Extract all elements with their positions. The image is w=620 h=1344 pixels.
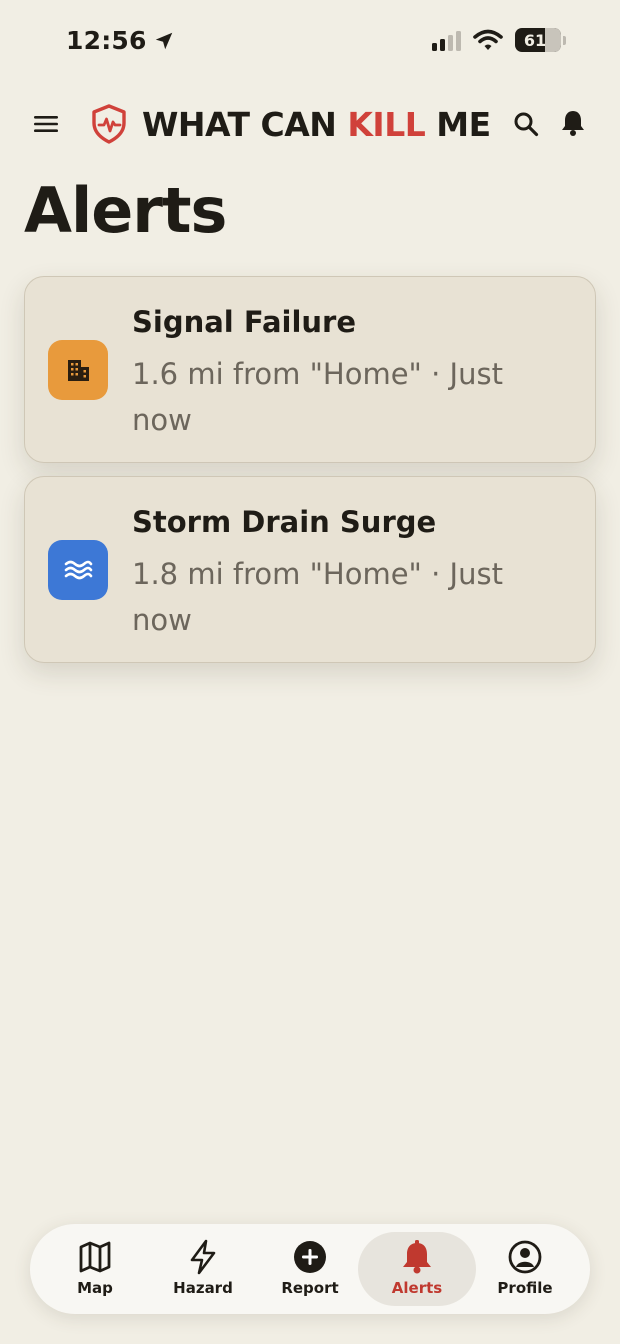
tab-label: Hazard [173,1279,233,1297]
alert-subtitle: 1.8 mi from "Home" · Just now [132,557,503,637]
tab-label: Map [77,1279,113,1297]
wifi-icon [473,29,503,50]
cellular-signal-icon [432,29,461,51]
battery-level: 61 [523,30,547,50]
app-title: WHAT CAN KILL ME [142,105,491,144]
app-title-part3: ME [425,104,491,144]
tab-map[interactable]: Map [36,1232,154,1306]
status-bar: 12:56 61 [0,0,620,84]
hamburger-menu-icon[interactable] [32,110,60,138]
alert-card-signal-failure[interactable]: Signal Failure 1.6 mi from "Home" · Just… [24,276,596,463]
profile-icon [508,1240,542,1274]
battery-indicator: 61 [515,28,561,52]
bottom-tab-bar: Map Hazard Report Alerts Profile [30,1224,590,1314]
tab-label: Profile [497,1279,553,1297]
app-header: WHAT CAN KILL ME [0,96,620,152]
battery-tip [563,35,566,45]
status-time-group: 12:56 [66,26,175,55]
alert-title: Storm Drain Surge [132,505,437,539]
water-waves-icon [64,560,93,580]
bell-icon [403,1240,431,1274]
app-title-kill: KILL [347,104,426,144]
page-title: Alerts [24,174,227,247]
tab-report[interactable]: Report [251,1232,369,1306]
status-indicators: 61 [432,28,566,52]
tab-label: Report [281,1279,339,1297]
shield-heartbeat-icon [92,104,126,144]
brand: WHAT CAN KILL ME [90,104,491,144]
app-title-part1: WHAT CAN [142,104,348,144]
alert-icon-badge [48,540,108,600]
map-icon [79,1241,111,1273]
tab-label: Alerts [391,1279,443,1297]
alert-card-storm-drain-surge[interactable]: Storm Drain Surge 1.8 mi from "Home" · J… [24,476,596,663]
tab-profile[interactable]: Profile [466,1232,584,1306]
tab-hazard[interactable]: Hazard [144,1232,262,1306]
building-icon [68,360,89,381]
location-arrow-icon [155,32,172,49]
tab-alerts[interactable]: Alerts [358,1232,476,1306]
alert-icon-badge [48,340,108,400]
alert-subtitle: 1.6 mi from "Home" · Just now [132,357,503,437]
notifications-bell-icon[interactable] [558,108,588,138]
plus-circle-icon [294,1241,326,1273]
alert-title: Signal Failure [132,305,357,339]
status-time: 12:56 [66,26,147,55]
alerts-list: Signal Failure 1.6 mi from "Home" · Just… [24,276,596,676]
search-icon[interactable] [512,110,540,138]
lightning-icon [190,1239,216,1275]
